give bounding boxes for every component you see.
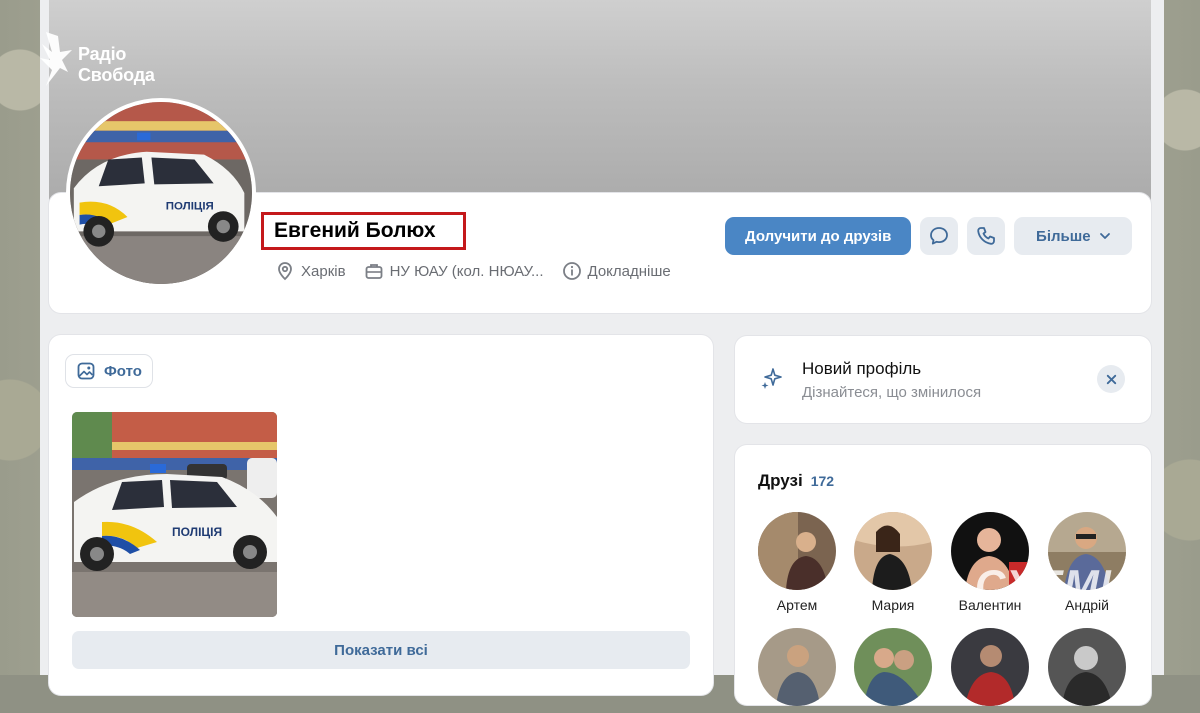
photos-card: Фото ПОЛІЦІЯ Показати всі [49, 335, 713, 695]
friend-avatar [758, 628, 836, 706]
radio-svoboda-logo: Радіо Свобода [38, 30, 155, 88]
more-button[interactable]: Більше [1014, 217, 1133, 255]
friend-item[interactable] [942, 628, 1038, 713]
meta-work-label: НУ ЮАУ (кол. НЮАУ... [389, 262, 544, 280]
profile-avatar[interactable]: ПОЛІЦІЯ [66, 98, 256, 288]
profile-name: Евгений Болюх [274, 219, 436, 242]
profile-actions: Долучити до друзів Більше [725, 217, 1133, 255]
friends-title: Друзі [758, 471, 803, 490]
image-icon [77, 362, 95, 380]
police-car-avatar-image: ПОЛІЦІЯ [70, 102, 252, 284]
more-button-label: Більше [1036, 227, 1091, 245]
logo-line-1: Радіо [78, 44, 127, 64]
promo-close-button[interactable] [1097, 365, 1125, 393]
meta-details-label: Докладніше [587, 262, 671, 280]
photos-tab-label: Фото [104, 362, 142, 380]
friend-avatar [951, 628, 1029, 706]
friend-item[interactable]: Артем [749, 512, 845, 613]
friend-item[interactable] [845, 628, 941, 713]
profile-meta: Харків НУ ЮАУ (кол. НЮАУ... Докладніше [275, 261, 689, 281]
avatar-car-text: ПОЛІЦІЯ [166, 200, 214, 212]
location-pin-icon [278, 262, 292, 281]
friend-avatar [758, 512, 836, 590]
promo-title: Новий профіль [802, 359, 922, 378]
skhemy-watermark: СХЕМИ [975, 561, 1131, 608]
message-button[interactable] [920, 217, 959, 255]
photo-thumbnail[interactable]: ПОЛІЦІЯ [72, 412, 277, 617]
friend-avatar [854, 512, 932, 590]
police-car-photo: ПОЛІЦІЯ [72, 412, 277, 617]
friend-item[interactable] [749, 628, 845, 713]
add-friend-button[interactable]: Долучити до друзів [725, 217, 912, 255]
logo-line-2: Свобода [78, 65, 155, 85]
meta-details[interactable]: Докладніше [562, 261, 671, 281]
friend-item[interactable] [1039, 628, 1135, 713]
friend-avatar [854, 628, 932, 706]
call-button[interactable] [967, 217, 1006, 255]
friend-name: Артем [776, 597, 818, 613]
meta-work[interactable]: НУ ЮАУ (кол. НЮАУ... [364, 261, 544, 281]
info-icon [562, 262, 581, 280]
skhemy-watermark-subtitle: розслідування [985, 613, 1059, 624]
friends-header[interactable]: Друзі 172 [758, 471, 834, 491]
friend-avatar [1048, 628, 1126, 706]
phone-icon [977, 227, 996, 245]
close-icon [1106, 374, 1116, 384]
sparkles-icon [761, 368, 782, 389]
promo-subtitle: Дізнайтеся, що змінилося [802, 384, 982, 401]
briefcase-icon [365, 264, 382, 279]
chevron-down-icon [1099, 233, 1110, 239]
profile-name-highlight: Евгений Болюх [261, 212, 466, 250]
new-profile-promo[interactable]: Новий профіль Дізнайтеся, що змінилося [735, 336, 1151, 423]
meta-city[interactable]: Харків [275, 261, 346, 281]
logo-wing-icon [40, 32, 72, 86]
show-all-photos-button[interactable]: Показати всі [72, 631, 690, 669]
friends-count: 172 [810, 473, 835, 489]
friend-item[interactable]: Мария [845, 512, 941, 613]
meta-city-label: Харків [301, 262, 346, 280]
photo-car-text: ПОЛІЦІЯ [172, 525, 222, 539]
friend-name: Мария [871, 597, 915, 613]
message-bubble-icon [930, 227, 949, 245]
photos-tab[interactable]: Фото [65, 354, 153, 388]
